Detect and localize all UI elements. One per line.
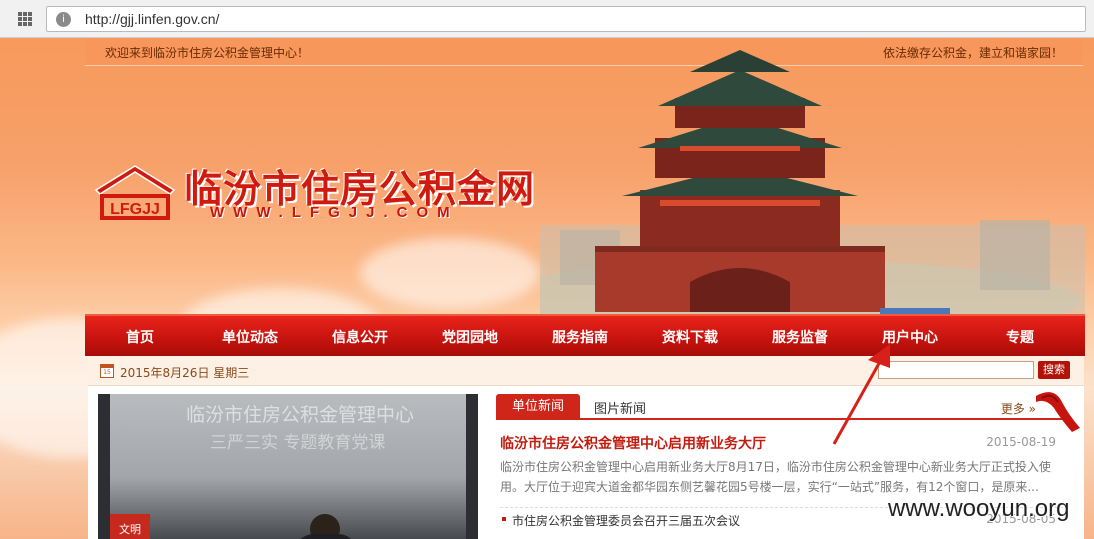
photo-frame-left <box>98 394 110 539</box>
calendar-icon: 15 <box>100 364 114 378</box>
page-body: 欢迎来到临汾市住房公积金管理中心！ 依法缴存公积金，建立和谐家园！ LFGJJ … <box>0 38 1094 539</box>
nav-unit-news[interactable]: 单位动态 <box>195 327 305 347</box>
news-headline[interactable]: 临汾市住房公积金管理中心启用新业务大厅 <box>500 433 766 453</box>
speaker-body <box>294 534 358 539</box>
news-tabs: 单位新闻 图片新闻 更多 » <box>496 392 1080 432</box>
photo-frame-right <box>466 394 478 539</box>
photo-banner: 文明 <box>110 514 150 539</box>
tab-unit-news[interactable]: 单位新闻 <box>496 394 580 420</box>
annotation-arrow-icon <box>832 344 890 445</box>
news-headline-date: 2015-08-19 <box>986 435 1056 449</box>
nav-info-disclosure[interactable]: 信息公开 <box>305 327 415 347</box>
news-summary: 临汾市住房公积金管理中心启用新业务大厅8月17日，临汾市住房公积金管理中心新业务… <box>500 460 1051 494</box>
ribbon-icon <box>1036 392 1080 432</box>
current-date: 2015年8月26日 星期三 <box>120 366 250 380</box>
date-search-bar: 15 2015年8月26日 星期三 搜索 <box>88 356 1084 386</box>
drum-tower-banner-image <box>540 50 1085 320</box>
bullet-icon <box>502 517 506 521</box>
url-text[interactable]: http://gjj.linfen.gov.cn/ <box>85 11 219 27</box>
featured-photo[interactable]: 临汾市住房公积金管理中心 三严三实 专题教育党课 文明 <box>98 394 478 539</box>
tab-photo-news[interactable]: 图片新闻 <box>594 398 646 417</box>
address-bar[interactable]: i http://gjj.linfen.gov.cn/ <box>46 6 1086 32</box>
nav-special-topics[interactable]: 专题 <box>965 327 1075 347</box>
cloud-decoration <box>360 238 540 308</box>
nav-downloads[interactable]: 资料下载 <box>635 327 745 347</box>
watermark-text: www.wooyun.org <box>888 495 1070 522</box>
nav-service-guide[interactable]: 服务指南 <box>525 327 635 347</box>
logo-text: LFGJJ <box>110 201 160 218</box>
nav-home[interactable]: 首页 <box>85 327 195 347</box>
search-input[interactable] <box>878 361 1034 379</box>
nav-party-garden[interactable]: 党团园地 <box>415 327 525 347</box>
photo-caption: 临汾市住房公积金管理中心 <box>186 404 415 426</box>
page-info-icon[interactable]: i <box>56 12 71 27</box>
news-item-title[interactable]: 市住房公积金管理委员会召开三届五次会议 <box>512 512 740 529</box>
photo-subcaption: 三严三实 专题教育党课 <box>210 433 386 453</box>
site-domain: WWW.LFGJJ.COM <box>210 204 459 221</box>
search-button[interactable]: 搜索 <box>1038 361 1070 379</box>
apps-grid-icon[interactable] <box>18 12 32 26</box>
site-logo-icon[interactable]: LFGJJ <box>92 160 178 222</box>
browser-toolbar: i http://gjj.linfen.gov.cn/ <box>0 0 1094 38</box>
more-link-label: 更多 <box>1000 402 1025 416</box>
main-nav: 首页 单位动态 信息公开 党团园地 服务指南 资料下载 服务监督 用户中心 专题 <box>85 314 1085 356</box>
welcome-message: 欢迎来到临汾市住房公积金管理中心！ <box>105 46 310 60</box>
